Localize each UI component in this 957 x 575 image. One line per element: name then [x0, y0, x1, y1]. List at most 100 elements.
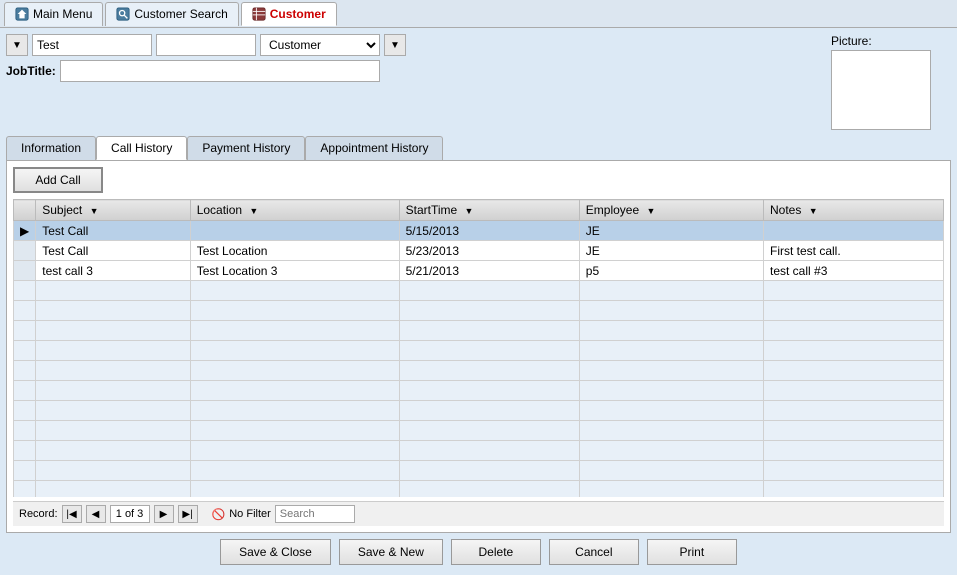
print-button[interactable]: Print — [647, 539, 737, 565]
sort-arrow-subject: ▼ — [90, 206, 99, 216]
bottom-buttons: Save & Close Save & New Delete Cancel Pr… — [6, 533, 951, 569]
cell-empty — [14, 381, 36, 401]
jobtitle-row: JobTitle: — [6, 60, 825, 82]
cell-empty — [579, 321, 763, 341]
col-starttime[interactable]: StartTime ▼ — [399, 200, 579, 221]
table-body: ▶Test Call5/15/2013JETest CallTest Locat… — [14, 221, 944, 498]
tab-customer[interactable]: Customer — [241, 2, 337, 26]
middle-name-input[interactable] — [156, 34, 256, 56]
table-wrapper: Subject ▼ Location ▼ StartTime ▼ Emplo — [13, 199, 944, 497]
cell-empty — [579, 481, 763, 498]
save-new-button[interactable]: Save & New — [339, 539, 443, 565]
cell-empty — [579, 301, 763, 321]
tab-payment-history[interactable]: Payment History — [187, 136, 305, 160]
cell-empty — [399, 401, 579, 421]
tab-customer-label: Customer — [270, 7, 326, 21]
cell-empty — [399, 321, 579, 341]
cell-empty — [14, 341, 36, 361]
cell-empty — [764, 281, 944, 301]
cell-empty — [579, 401, 763, 421]
cell-empty — [579, 281, 763, 301]
last-name-select[interactable]: Customer — [260, 34, 380, 56]
table-row-empty — [14, 401, 944, 421]
col-notes[interactable]: Notes ▼ — [764, 200, 944, 221]
nav-prev-btn[interactable]: ◀ — [86, 505, 106, 523]
cell-empty — [579, 341, 763, 361]
table-row[interactable]: test call 3Test Location 35/21/2013p5tes… — [14, 261, 944, 281]
first-name-input[interactable] — [32, 34, 152, 56]
cell-empty — [764, 361, 944, 381]
table-row-empty — [14, 301, 944, 321]
cell-empty — [36, 341, 190, 361]
tab-appointment-history[interactable]: Appointment History — [305, 136, 443, 160]
tab-main-menu[interactable]: Main Menu — [4, 2, 103, 26]
nav-first-btn[interactable]: |◀ — [62, 505, 82, 523]
tab-customer-search[interactable]: Customer Search — [105, 2, 238, 26]
cell-empty — [190, 321, 399, 341]
cancel-button[interactable]: Cancel — [549, 539, 639, 565]
cell-empty — [36, 361, 190, 381]
cell-empty — [764, 381, 944, 401]
table-row-empty — [14, 381, 944, 401]
cell-empty — [764, 321, 944, 341]
row-indicator — [14, 241, 36, 261]
home-icon — [15, 7, 29, 21]
first-dropdown-btn[interactable]: ▼ — [6, 34, 28, 56]
cell-empty — [14, 461, 36, 481]
cell-empty — [399, 481, 579, 498]
cell-empty — [190, 341, 399, 361]
tab-call-history[interactable]: Call History — [96, 136, 187, 160]
cell-location: Test Location — [190, 241, 399, 261]
cell-starttime: 5/21/2013 — [399, 261, 579, 281]
record-current-input[interactable] — [110, 505, 150, 523]
cell-empty — [190, 281, 399, 301]
col-subject[interactable]: Subject ▼ — [36, 200, 190, 221]
cell-empty — [190, 401, 399, 421]
delete-button[interactable]: Delete — [451, 539, 541, 565]
content-tabs: Information Call History Payment History… — [6, 136, 951, 160]
cell-empty — [764, 301, 944, 321]
table-row-empty — [14, 321, 944, 341]
nav-next-btn[interactable]: ▶ — [154, 505, 174, 523]
cell-empty — [190, 301, 399, 321]
sort-arrow-employee: ▼ — [647, 206, 656, 216]
cell-empty — [579, 461, 763, 481]
tab-information[interactable]: Information — [6, 136, 96, 160]
table-row-empty — [14, 281, 944, 301]
table-row-empty — [14, 461, 944, 481]
last-dropdown-btn[interactable]: ▼ — [384, 34, 406, 56]
sort-arrow-notes: ▼ — [809, 206, 818, 216]
nav-filter: 🚫 No Filter — [212, 505, 355, 523]
jobtitle-input[interactable] — [60, 60, 380, 82]
cell-empty — [36, 421, 190, 441]
cell-empty — [14, 321, 36, 341]
cell-empty — [190, 381, 399, 401]
table-header: Subject ▼ Location ▼ StartTime ▼ Emplo — [14, 200, 944, 221]
cell-empty — [14, 281, 36, 301]
nav-last-btn[interactable]: ▶| — [178, 505, 198, 523]
cell-empty — [190, 461, 399, 481]
table-icon — [252, 7, 266, 21]
add-call-button[interactable]: Add Call — [13, 167, 103, 193]
cell-empty — [399, 341, 579, 361]
col-employee[interactable]: Employee ▼ — [579, 200, 763, 221]
cell-subject: Test Call — [36, 241, 190, 261]
tab-customer-search-label: Customer Search — [134, 7, 227, 21]
call-history-table: Subject ▼ Location ▼ StartTime ▼ Emplo — [13, 199, 944, 497]
record-label: Record: — [19, 508, 58, 520]
cell-empty — [36, 281, 190, 301]
table-row[interactable]: ▶Test Call5/15/2013JE — [14, 221, 944, 241]
cell-empty — [399, 421, 579, 441]
cell-empty — [14, 361, 36, 381]
search-input[interactable] — [275, 505, 355, 523]
cell-empty — [190, 441, 399, 461]
cell-notes — [764, 221, 944, 241]
save-close-button[interactable]: Save & Close — [220, 539, 331, 565]
main-container: ▼ Customer ▼ JobTitle: Picture: Informat… — [0, 28, 957, 575]
col-location[interactable]: Location ▼ — [190, 200, 399, 221]
cell-empty — [579, 361, 763, 381]
form-fields: ▼ Customer ▼ JobTitle: — [6, 34, 825, 82]
table-row-empty — [14, 481, 944, 498]
cell-empty — [36, 441, 190, 461]
table-row[interactable]: Test CallTest Location5/23/2013JEFirst t… — [14, 241, 944, 261]
